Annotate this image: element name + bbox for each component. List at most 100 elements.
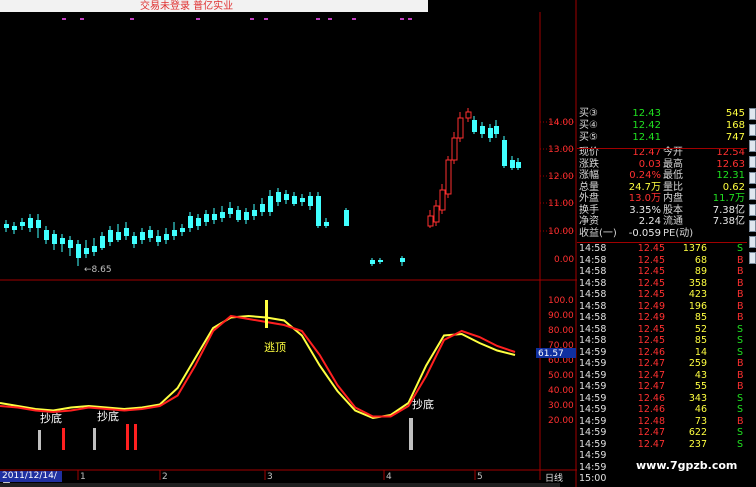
price-tick-label: 12.00 (548, 172, 574, 182)
tick-price: 12.46 (637, 404, 665, 415)
tick-volume: 85 (694, 335, 707, 346)
indicator-tab-bar[interactable] (0, 483, 560, 487)
tick-row: 14:58 12.45 89 B (577, 267, 747, 277)
tick-side: B (737, 369, 744, 381)
side-button[interactable] (749, 140, 756, 152)
tick-side: S (737, 438, 744, 450)
stat-value: 12.31 (716, 170, 745, 181)
tick-row: 14:58 12.49 196 B (577, 300, 747, 312)
signal-bars (38, 300, 413, 450)
tick-volume: 73 (694, 415, 707, 427)
stat-label: PE(动) (663, 227, 694, 239)
side-button[interactable] (749, 172, 756, 184)
current-date-label: 2011/12/14/三 (0, 471, 62, 487)
tick-price: 12.46 (637, 346, 665, 358)
date-axis: 1 2 3 4 5 (77, 470, 483, 482)
chart-area[interactable]: 14.00 13.00 12.00 11.00 10.00 0.00 ←8.65… (0, 0, 577, 487)
stat-label: 外盘 (579, 193, 599, 204)
stat-value: 2.24 (638, 216, 661, 227)
divider (577, 242, 747, 243)
tick-time: 14:59 (579, 404, 607, 415)
tick-volume: 423 (688, 289, 707, 300)
tick-volume: 1376 (682, 243, 707, 254)
indicator-axis: 100.0 90.00 80.00 70.00 60.00 50.00 40.0… (536, 296, 576, 426)
tick-price: 12.47 (637, 381, 665, 392)
stat-label: 涨幅 (579, 170, 599, 181)
tick-volume: 343 (688, 392, 707, 404)
tick-price: 12.45 (637, 254, 665, 266)
side-button[interactable] (749, 220, 756, 232)
side-button[interactable] (749, 124, 756, 136)
indicator-tick-label: 80.00 (548, 326, 574, 336)
stat-value: 7.38亿 (712, 204, 745, 216)
side-button[interactable] (749, 204, 756, 216)
tick-side: B (737, 312, 744, 323)
tick-price: 12.45 (637, 289, 665, 300)
tick-price: 12.45 (637, 323, 665, 335)
tick-row: 14:59 12.46 14 S (577, 346, 747, 358)
price-axis: 14.00 13.00 12.00 11.00 10.00 0.00 (540, 118, 576, 265)
tick-side: B (737, 381, 744, 392)
month-tick: 1 (80, 472, 86, 482)
tick-time: 14:58 (579, 323, 607, 335)
stat-value: 3.35% (629, 204, 661, 216)
tick-time: 14:59 (579, 392, 607, 404)
tick-row: 14:59 12.46 46 S (577, 405, 747, 415)
side-button[interactable] (749, 236, 756, 248)
tick-row: 14:59 12.47 43 B (577, 369, 747, 381)
tick-row: 14:59 12.47 622 S (577, 428, 747, 438)
signal-label-bottom: 抄底 (40, 411, 62, 425)
tick-side: B (737, 254, 744, 266)
tick-time: 14:59 (579, 450, 607, 461)
stat-label: 内盘 (663, 193, 683, 204)
stat-value: 0.62 (722, 181, 745, 193)
indicator-tick-label: 40.00 (548, 386, 574, 396)
tick-side: S (737, 346, 744, 358)
side-button[interactable] (749, 108, 756, 120)
bid-price: 12.42 (632, 120, 661, 131)
tick-price: 12.47 (637, 427, 665, 438)
tick-side: B (737, 358, 744, 369)
tick-side: B (737, 266, 744, 277)
side-button[interactable] (749, 156, 756, 168)
tick-row: 14:58 12.45 68 B (577, 254, 747, 266)
tick-volume: 237 (688, 438, 707, 450)
bid-label: 买④ (579, 120, 598, 131)
tick-volume: 259 (688, 358, 707, 369)
stock-chart-window: 交易未登录 普亿实业 14.00 13.00 12.00 11.00 10.00… (0, 0, 756, 487)
stat-label: 涨跌 (579, 158, 599, 170)
tick-row: 14:58 12.45 85 S (577, 336, 747, 346)
month-tick: 5 (477, 472, 483, 482)
stat-value: 0.03 (638, 158, 661, 170)
stat-label: 换手 (579, 204, 599, 216)
tick-row: 14:58 12.45 358 B (577, 277, 747, 289)
tick-side: B (737, 300, 744, 312)
tick-time: 14:58 (579, 289, 607, 300)
tick-row: 14:58 12.45 423 B (577, 290, 747, 300)
stat-value: 13.0万 (628, 193, 661, 204)
bid-volume: 168 (725, 120, 745, 131)
quote-panel: 买③ 12.43 545 买④ 12.42 168 买⑤ 12.41 747 现价 12.47 今开 1… (577, 108, 747, 487)
tick-price: 12.45 (637, 266, 665, 277)
current-value-label: 61.57 (538, 349, 564, 359)
bid-row: 买⑤ 12.41 747 (577, 132, 747, 143)
indicator-tick-label: 50.00 (548, 371, 574, 381)
side-button[interactable] (749, 188, 756, 200)
stat-row: 涨幅 0.24% 最低 12.31 (577, 170, 747, 181)
tick-side: S (737, 335, 744, 346)
tick-volume: 358 (688, 277, 707, 289)
stat-label: 收益(一) (579, 227, 617, 239)
stat-row: 换手 3.35% 股本 7.38亿 (577, 205, 747, 216)
tick-price: 12.46 (637, 392, 665, 404)
side-button[interactable] (749, 252, 756, 264)
tick-side: S (737, 392, 744, 404)
tick-volume: 68 (694, 254, 707, 266)
stat-value: 11.7万 (712, 193, 745, 204)
tick-time: 14:58 (579, 300, 607, 312)
stat-label: 股本 (663, 204, 683, 216)
signal-label-top: 逃顶 (264, 341, 286, 354)
price-tick-label: 14.00 (548, 118, 574, 128)
tick-row: 14:58 12.49 85 B (577, 313, 747, 323)
month-tick: 3 (267, 472, 273, 482)
bid-row: 买③ 12.43 545 (577, 108, 747, 119)
